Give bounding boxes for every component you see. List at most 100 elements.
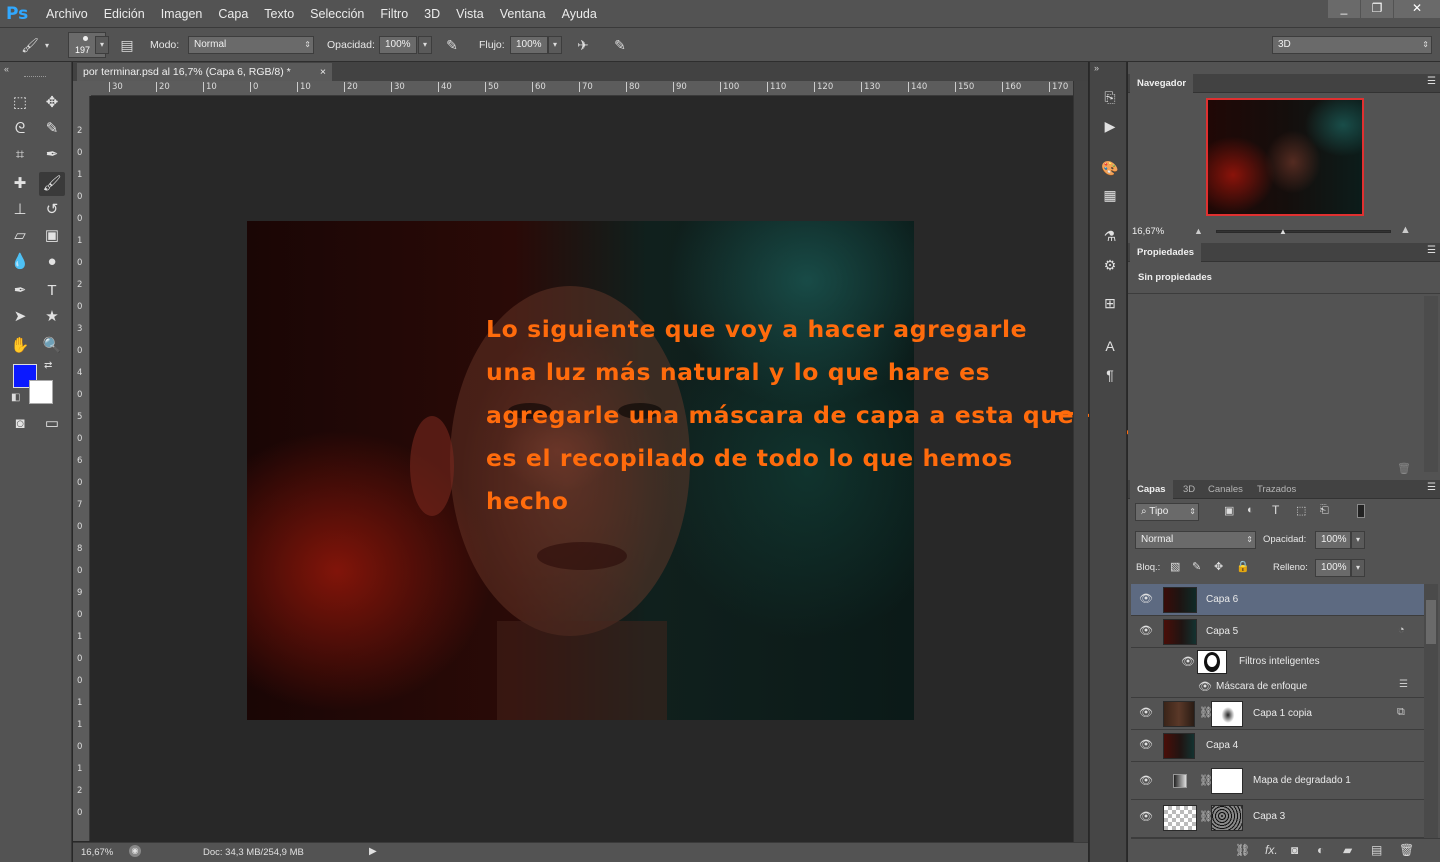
- visibility-eye-icon[interactable]: 👁: [1139, 774, 1153, 787]
- move-tool-icon[interactable]: ✥: [39, 91, 65, 115]
- tools-collapse-icon[interactable]: «: [4, 64, 9, 74]
- menu-ayuda[interactable]: Ayuda: [554, 0, 605, 28]
- brush-tool-icon[interactable]: 🖌: [39, 172, 65, 196]
- dodge-tool-icon[interactable]: ●: [39, 250, 65, 274]
- restore-button[interactable]: ❐: [1361, 0, 1393, 18]
- eyedropper-tool-icon[interactable]: ✒: [39, 143, 65, 167]
- visibility-eye-icon[interactable]: 👁: [1139, 624, 1153, 637]
- navigator-preview[interactable]: [1206, 98, 1364, 216]
- layer-row-capa-5[interactable]: 👁 Capa 5 ◔: [1131, 616, 1424, 648]
- new-layer-icon[interactable]: ▤: [1371, 843, 1382, 857]
- close-document-icon[interactable]: ×: [320, 63, 326, 81]
- shape-tool-icon[interactable]: ★: [39, 305, 65, 329]
- color-panel-icon[interactable]: 🎨: [1099, 157, 1121, 179]
- brush-tool-preset-icon[interactable]: 🖌: [19, 34, 41, 56]
- layer-filter-select[interactable]: ⌕ Tipo ⇕: [1135, 503, 1199, 521]
- lock-image-icon[interactable]: ✎: [1192, 560, 1201, 573]
- zoom-tool-icon[interactable]: 🔍: [39, 334, 65, 358]
- close-window-button[interactable]: ✕: [1394, 0, 1440, 18]
- menu-vista[interactable]: Vista: [448, 0, 492, 28]
- flow-input[interactable]: 100%: [510, 36, 548, 54]
- quick-selection-tool-icon[interactable]: ✎: [39, 117, 65, 141]
- visibility-eye-icon[interactable]: 👁: [1139, 706, 1153, 719]
- pressure-opacity-icon[interactable]: ✎: [441, 34, 463, 56]
- visibility-eye-icon[interactable]: 👁: [1139, 810, 1153, 823]
- layer-mask-thumbnail[interactable]: [1211, 768, 1243, 794]
- ruler-origin[interactable]: [73, 81, 91, 96]
- brush-size-dropdown[interactable]: ▾: [95, 36, 109, 54]
- document-tab[interactable]: por terminar.psd al 16,7% (Capa 6, RGB/8…: [77, 63, 332, 81]
- layer-name[interactable]: Capa 5: [1206, 616, 1238, 648]
- zoom-slider[interactable]: ▲: [1216, 227, 1391, 236]
- menu-imagen[interactable]: Imagen: [153, 0, 211, 28]
- layer-name[interactable]: Filtros inteligentes: [1239, 648, 1320, 676]
- tab-3d[interactable]: 3D: [1176, 480, 1202, 499]
- tab-navegador[interactable]: Navegador: [1130, 74, 1194, 93]
- layer-name[interactable]: Capa 3: [1253, 800, 1285, 834]
- navigator-menu-icon[interactable]: ☰: [1427, 76, 1436, 87]
- zoom-slider-thumb[interactable]: ▲: [1279, 227, 1287, 236]
- layer-name[interactable]: Capa 4: [1206, 730, 1238, 762]
- add-layer-style-icon[interactable]: fx.: [1265, 843, 1278, 857]
- layer-effects-icon[interactable]: ◔: [1398, 624, 1405, 636]
- brush-settings-panel-icon[interactable]: ⚙: [1099, 254, 1121, 276]
- preset-dropdown-icon[interactable]: ▾: [45, 41, 49, 50]
- swap-colors-icon[interactable]: ⇄: [44, 360, 52, 371]
- screen-mode-icon[interactable]: ▭: [39, 412, 65, 436]
- new-adjustment-layer-icon[interactable]: ◐: [1317, 843, 1324, 857]
- status-menu-arrow-icon[interactable]: ▶: [369, 846, 377, 857]
- layer-opacity-input[interactable]: 100%: [1315, 531, 1351, 549]
- horizontal-ruler[interactable]: 30 20 10 0 10 20 30 40 50 60 70 80 90 100 110 120 130 140…: [91, 81, 1073, 96]
- properties-menu-icon[interactable]: ☰: [1427, 245, 1436, 256]
- crop-tool-icon[interactable]: ⌗: [7, 143, 33, 167]
- tab-canales[interactable]: Canales: [1201, 480, 1250, 499]
- layer-name[interactable]: Capa 1 copia: [1253, 698, 1312, 730]
- opacity-input[interactable]: 100%: [379, 36, 417, 54]
- airbrush-icon[interactable]: ✈: [572, 34, 594, 56]
- layer-row-capa-6[interactable]: 👁 Capa 6: [1131, 584, 1424, 616]
- tab-trazados[interactable]: Trazados: [1250, 480, 1303, 499]
- menu-seleccion[interactable]: Selección: [302, 0, 372, 28]
- add-mask-icon[interactable]: ◙: [1291, 843, 1298, 857]
- layer-mask-thumbnail[interactable]: [1211, 805, 1243, 831]
- filter-smart-object-icon[interactable]: ⎗: [1320, 504, 1329, 517]
- layers-scrollbar[interactable]: [1424, 584, 1438, 838]
- flow-dropdown[interactable]: ▾: [548, 36, 562, 54]
- history-brush-tool-icon[interactable]: ↺: [39, 198, 65, 222]
- menu-archivo[interactable]: Archivo: [38, 0, 96, 28]
- layer-row-capa-3[interactable]: 👁 ⛓ Capa 3: [1131, 800, 1424, 838]
- paragraph-panel-icon[interactable]: ¶: [1099, 364, 1121, 386]
- opacity-dropdown[interactable]: ▾: [418, 36, 432, 54]
- filter-adjustment-icon[interactable]: ◐: [1247, 504, 1254, 516]
- filter-blending-options-icon[interactable]: ☰: [1399, 679, 1408, 690]
- type-tool-icon[interactable]: T: [39, 279, 65, 303]
- eraser-tool-icon[interactable]: ▱: [7, 224, 33, 248]
- navigator-zoom[interactable]: 16,67%: [1132, 226, 1164, 237]
- healing-brush-tool-icon[interactable]: ✚: [7, 172, 33, 196]
- menu-capa[interactable]: Capa: [210, 0, 256, 28]
- delete-layer-icon[interactable]: 🗑: [1399, 843, 1414, 857]
- filter-pixel-icon[interactable]: ▣: [1224, 504, 1234, 517]
- menu-3d[interactable]: 3D: [416, 0, 448, 28]
- actions-panel-icon[interactable]: ▶: [1099, 115, 1121, 137]
- fill-dropdown[interactable]: ▾: [1351, 559, 1365, 577]
- canvas-vertical-scrollbar[interactable]: [1073, 81, 1088, 842]
- smart-filters-row[interactable]: 👁 Filtros inteligentes: [1131, 648, 1424, 676]
- swatches-panel-icon[interactable]: ▦: [1099, 184, 1121, 206]
- character-panel-icon[interactable]: A: [1099, 335, 1121, 357]
- mode-select[interactable]: Normal ⇕: [188, 36, 314, 54]
- clone-stamp-tool-icon[interactable]: ⊥: [7, 198, 33, 222]
- pen-tool-icon[interactable]: ✒: [7, 279, 33, 303]
- tab-propiedades[interactable]: Propiedades: [1130, 243, 1202, 262]
- layer-row-capa-1-copia[interactable]: 👁 ⛓ Capa 1 copia ⧉: [1131, 698, 1424, 730]
- gradient-tool-icon[interactable]: ▣: [39, 224, 65, 248]
- visibility-eye-icon[interactable]: 👁: [1198, 680, 1212, 693]
- menu-texto[interactable]: Texto: [256, 0, 302, 28]
- visibility-eye-icon[interactable]: 👁: [1181, 655, 1195, 668]
- clone-source-panel-icon[interactable]: ⊞: [1099, 292, 1121, 314]
- lock-position-icon[interactable]: ✥: [1214, 560, 1223, 573]
- layer-name[interactable]: Mapa de degradado 1: [1253, 762, 1351, 800]
- tab-capas[interactable]: Capas: [1130, 480, 1173, 499]
- filter-row-mascara-de-enfoque[interactable]: 👁 Máscara de enfoque ☰: [1131, 676, 1424, 698]
- menu-filtro[interactable]: Filtro: [372, 0, 416, 28]
